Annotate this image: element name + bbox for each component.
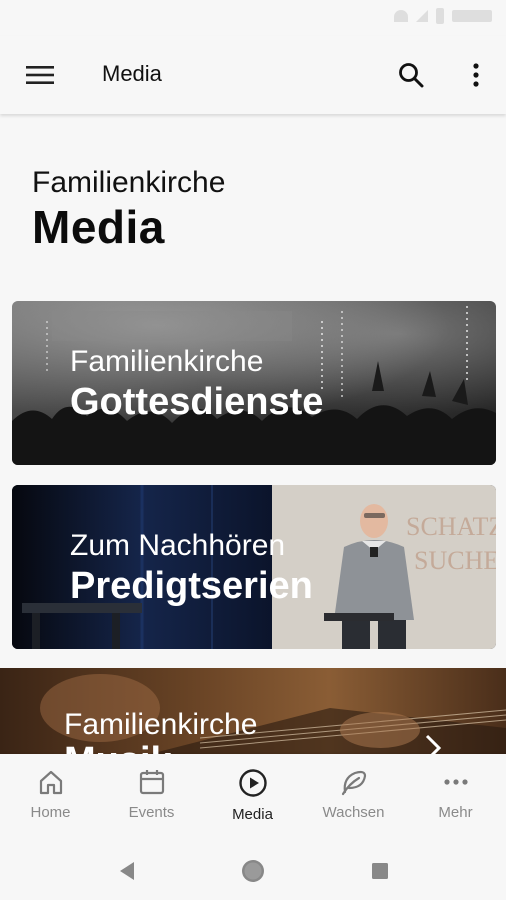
recents-square-icon: [372, 863, 388, 879]
card-subtitle: Familienkirche: [70, 345, 264, 378]
system-home-button[interactable]: [238, 856, 268, 886]
more-vertical-icon: [473, 63, 479, 87]
bottom-navigation: Home Events Media Wachsen Mehr: [0, 754, 506, 840]
nav-item-mehr[interactable]: Mehr: [405, 754, 506, 840]
screen-text-1: SCHATZ: [406, 512, 496, 541]
nav-item-events[interactable]: Events: [101, 754, 202, 840]
search-button[interactable]: [391, 55, 431, 95]
more-options-button[interactable]: [456, 55, 496, 95]
nav-item-wachsen[interactable]: Wachsen: [303, 754, 404, 840]
card-predigtserien[interactable]: SCHATZ SUCHE Zum Nachhören Predigtserien: [12, 485, 496, 649]
status-icons: [394, 8, 492, 24]
nav-item-media[interactable]: Media: [202, 754, 303, 840]
home-icon: [39, 770, 62, 795]
system-navigation-bar: [0, 840, 506, 900]
nav-label-mehr: Mehr: [438, 804, 473, 821]
play-circle-icon: [238, 769, 267, 797]
card-title: Musik: [64, 740, 172, 754]
screen-text-2: SUCHE: [414, 546, 496, 575]
battery-icon: [436, 8, 444, 24]
hamburger-menu-icon: [26, 66, 54, 84]
hero-title: Media: [32, 201, 165, 253]
card-title: Gottesdienste: [70, 381, 324, 423]
signal-icon: [416, 10, 428, 22]
chevron-right-icon: [425, 734, 442, 754]
nav-label-wachsen: Wachsen: [322, 804, 385, 821]
calendar-icon: [139, 770, 164, 795]
status-bar: [0, 0, 506, 36]
menu-button[interactable]: [20, 55, 60, 95]
clock-placeholder: [452, 10, 492, 22]
system-back-button[interactable]: [112, 856, 142, 886]
system-recents-button[interactable]: [365, 856, 395, 886]
leaf-icon: [341, 770, 366, 796]
card-subtitle: Zum Nachhören: [70, 529, 286, 562]
nav-item-home[interactable]: Home: [0, 754, 101, 840]
back-triangle-icon: [120, 862, 134, 880]
search-icon: [399, 63, 424, 88]
card-gottesdienste[interactable]: Familienkirche Gottesdienste: [12, 301, 496, 465]
hero-subtitle: Familienkirche: [32, 166, 226, 199]
nav-label-media: Media: [232, 806, 273, 823]
app-bar: Media: [0, 36, 506, 114]
more-horizontal-icon: [443, 779, 468, 785]
wifi-icon: [394, 10, 408, 22]
card-musik[interactable]: Familienkirche Musik: [0, 668, 506, 754]
card-title: Predigtserien: [70, 565, 313, 607]
home-circle-icon: [242, 860, 264, 882]
nav-label-events: Events: [128, 804, 175, 821]
nav-label-home: Home: [30, 804, 71, 821]
card-subtitle: Familienkirche: [64, 708, 258, 741]
app-bar-title: Media: [102, 61, 162, 86]
